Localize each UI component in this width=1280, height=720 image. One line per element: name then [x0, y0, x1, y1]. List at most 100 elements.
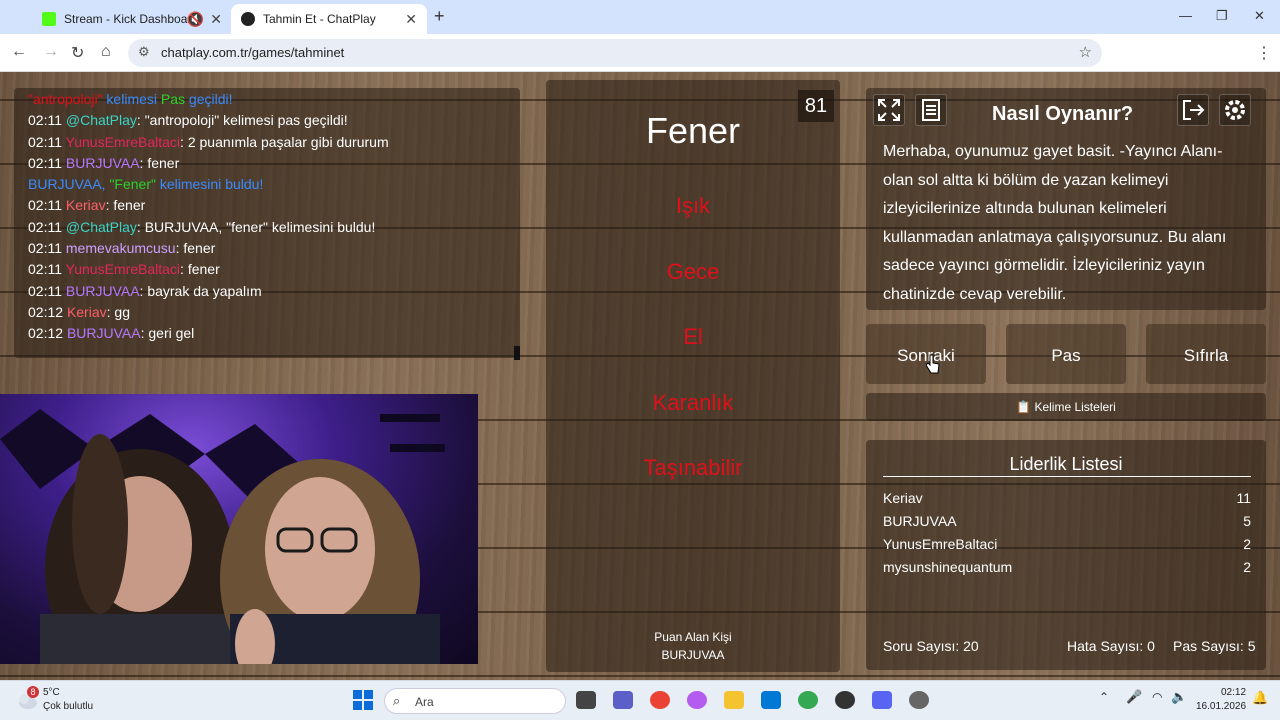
rules-text: Merhaba, oyunumuz gayet basit. -Yayıncı … [883, 143, 1227, 303]
player-score: 5 [1243, 513, 1251, 529]
chat-segment: 02:11 [28, 240, 66, 257]
word-lists-label: Kelime Listeleri [1034, 400, 1116, 414]
task-view-icon[interactable] [576, 691, 596, 709]
player-score: 2 [1243, 536, 1251, 552]
player-score: 2 [1243, 559, 1251, 575]
error-count: Hata Sayısı: 0 [1067, 638, 1155, 654]
exit-icon[interactable] [1177, 94, 1209, 126]
chat-segment: "antropoloji" [28, 91, 103, 107]
site-info-icon[interactable]: ⚙ [138, 44, 150, 60]
clock-time: 02:12 [1221, 687, 1247, 698]
new-tab-button[interactable]: + [434, 6, 445, 27]
window-close-icon[interactable]: ✕ [1254, 8, 1265, 24]
tab-title: Tahmin Et - ChatPlay [263, 12, 376, 26]
chat-segment: memevakumcusu [65, 240, 176, 257]
reload-icon[interactable]: ↻ [71, 43, 84, 63]
copilot-icon[interactable] [687, 691, 707, 709]
chat-segment: 02:11 [28, 133, 66, 150]
search-icon: ⌕ [393, 693, 401, 708]
chat-segment: : geri gel [140, 325, 195, 342]
file-explorer-icon[interactable] [724, 691, 744, 709]
windows-start-icon[interactable] [353, 690, 373, 710]
chat-segment: 02:11 [28, 282, 66, 299]
chat-segment: : BURJUVAA, "fener" kelimesini buldu! [136, 218, 376, 235]
chat-segment: 02:11 [28, 261, 66, 278]
chat-segment: 02:11 [28, 197, 66, 214]
chat-message: 02:11 BURJUVAA: fener [28, 153, 506, 174]
chat-message: "antropoloji" kelimesi Pas geçildi! [28, 89, 506, 110]
close-icon[interactable]: ✕ [210, 11, 222, 27]
address-bar-row: ← → ↻ ⌂ ⚙ chatplay.com.tr/games/tahminet… [0, 34, 1280, 94]
rules-panel: Nasıl Oynanır? Merhaba, oyunumuz gayet b… [866, 88, 1266, 310]
forward-icon[interactable]: → [43, 43, 59, 61]
url-field[interactable]: ⚙ chatplay.com.tr/games/tahminet ☆ [128, 39, 1102, 67]
player-name: mysunshinequantum [883, 559, 1013, 575]
leaderboard-panel: Liderlik Listesi Keriav 11 BURJUVAA 5 Yunu… [866, 440, 1266, 670]
taskbar [0, 680, 1280, 720]
chat-segment: 02:12 [28, 325, 67, 342]
chrome-icon[interactable] [650, 691, 670, 709]
pass-button[interactable]: Pas [1006, 324, 1126, 384]
question-count: Soru Sayısı: 20 [883, 638, 979, 654]
restore-icon[interactable]: ❐ [1216, 8, 1228, 24]
tray-chevron-icon[interactable]: ⌃ [1099, 690, 1109, 704]
notification-bell-icon[interactable]: 🔔 [1252, 690, 1268, 706]
taskbar-search[interactable]: ⌕ Ara [384, 688, 566, 714]
url-text: chatplay.com.tr/games/tahminet [161, 45, 345, 60]
reset-button[interactable]: Sıfırla [1146, 324, 1266, 384]
forbidden-word: Işık [675, 193, 711, 218]
leaderboard-row: mysunshinequantum 2 [883, 559, 1251, 575]
back-icon[interactable]: ← [11, 43, 27, 61]
chat-segment: geçildi! [185, 91, 233, 107]
fullscreen-icon[interactable] [873, 94, 905, 126]
notes-icon[interactable] [915, 94, 947, 126]
word-lists-button[interactable]: 📋 Kelime Listeleri [866, 393, 1266, 421]
chat-segment: BURJUVAA [65, 282, 140, 299]
scorer-label: Puan Alan Kişi [654, 630, 732, 644]
settings-gear-icon[interactable] [1219, 94, 1251, 126]
minimize-icon[interactable]: — [1179, 8, 1192, 23]
forbidden-word: Gece [666, 259, 720, 284]
chat-scrollbar[interactable] [514, 346, 520, 360]
chat-segment: : fener [175, 240, 216, 257]
player-name: BURJUVAA [883, 513, 957, 529]
menu-icon[interactable]: ⋮ [1256, 43, 1272, 63]
mute-icon[interactable]: 🔇 [187, 11, 204, 27]
weather-badge: 8 [27, 686, 39, 698]
target-word: Fener [645, 110, 741, 151]
player-score: 11 [1236, 490, 1251, 506]
chrome-active-icon[interactable] [798, 691, 818, 709]
chat-segment: BURJUVAA, [28, 176, 110, 193]
tab-bar: Stream - Kick Dashboard 🔇 ✕ Tahmin Et - … [0, 0, 1280, 34]
forbidden-word: El [683, 324, 703, 349]
obs-icon[interactable] [835, 691, 855, 709]
discord-icon[interactable] [872, 691, 892, 709]
home-icon[interactable]: ⌂ [101, 43, 111, 61]
leaderboard-row: YunusEmreBaltaci 2 [883, 536, 1251, 552]
pass-count: Pas Sayısı: 5 [1173, 638, 1256, 654]
store-icon[interactable] [761, 691, 781, 709]
rules-title: Nasıl Oynanır? [992, 103, 1134, 125]
settings-app-icon[interactable] [909, 691, 929, 709]
wifi-icon[interactable]: ◠ [1152, 690, 1162, 704]
scorer-info: Puan Alan Kişi BURJUVAA [546, 628, 840, 664]
chatplay-icon [241, 12, 255, 26]
search-placeholder: Ara [415, 695, 434, 709]
word-panel [546, 80, 840, 672]
leaderboard-row: BURJUVAA 5 [883, 513, 1251, 529]
chat-segment: kelimesi [102, 91, 161, 107]
teams-icon[interactable] [613, 691, 633, 709]
tab-title: Stream - Kick Dashboard [64, 12, 199, 26]
tab-kick-dashboard[interactable]: Stream - Kick Dashboard 🔇 ✕ [32, 4, 232, 34]
forbidden-word: Karanlık [652, 390, 734, 415]
scorer-name: BURJUVAA [661, 648, 725, 662]
volume-icon[interactable]: 🔈 [1171, 689, 1187, 705]
bookmark-star-icon[interactable]: ☆ [1079, 43, 1092, 61]
microphone-icon[interactable]: 🎤 [1126, 689, 1142, 705]
close-icon[interactable]: ✕ [405, 11, 417, 27]
tab-chatplay[interactable]: Tahmin Et - ChatPlay ✕ [231, 4, 427, 34]
chat-message: 02:12 BURJUVAA: geri gel [28, 323, 506, 344]
chat-segment: BURJUVAA [65, 154, 140, 171]
chat-message: BURJUVAA, "Fener" kelimesini buldu! [28, 174, 506, 195]
chat-segment: 02:11 [28, 154, 66, 171]
